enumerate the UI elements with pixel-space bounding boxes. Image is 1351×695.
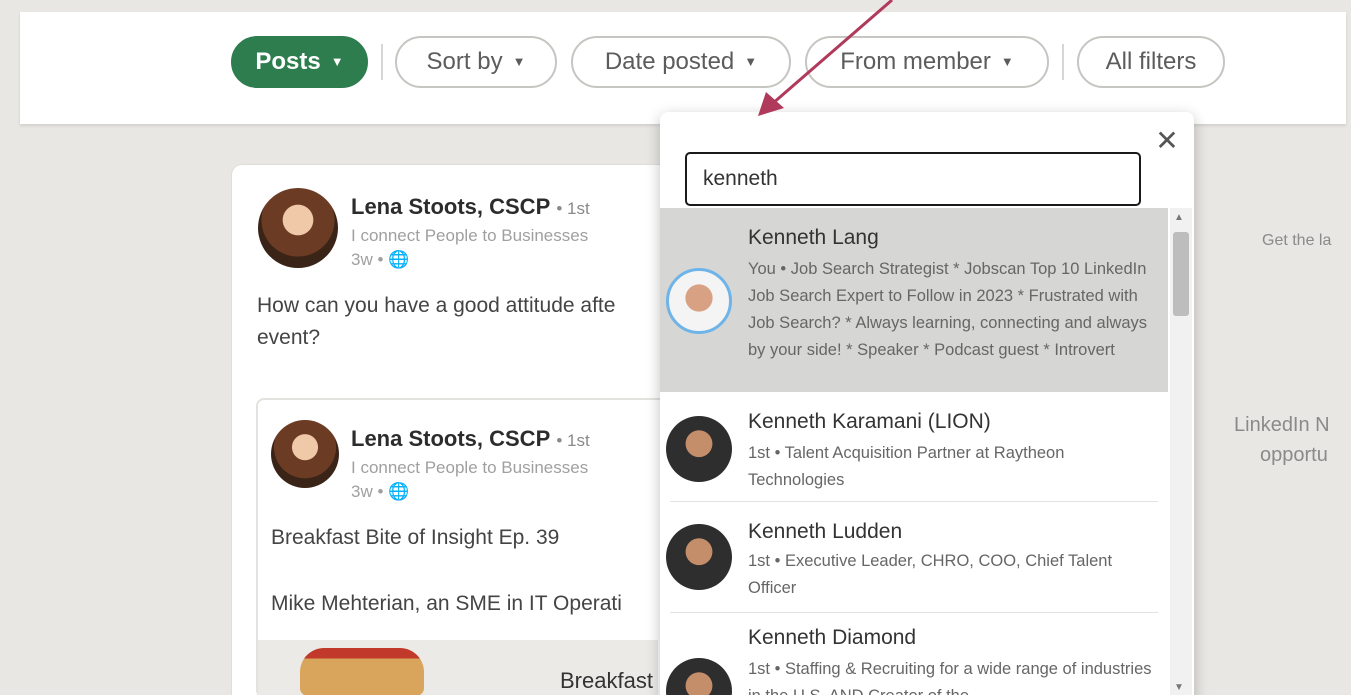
post-text-line: Mike Mehterian, an SME in IT Operati: [271, 592, 622, 615]
posts-filter-button[interactable]: Posts ▼: [231, 36, 368, 88]
member-avatar: [666, 524, 732, 590]
post-text-line: How can you have a good attitude afte: [257, 294, 616, 317]
member-headline: 1st • Talent Acquisition Partner at Rayt…: [748, 444, 1065, 489]
connection-degree: • 1st: [556, 431, 590, 450]
article-title: Breakfast: [560, 668, 653, 693]
post-text: How can you have a good attitude afte ev…: [257, 290, 615, 354]
member-avatar: [666, 416, 732, 482]
from-member-button[interactable]: From member ▼: [805, 36, 1049, 88]
author-name: Lena Stoots, CSCP: [351, 194, 551, 219]
result-divider: [670, 501, 1158, 502]
post-author[interactable]: Lena Stoots, CSCP • 1st: [351, 426, 590, 452]
sort-by-button[interactable]: Sort by ▼: [395, 36, 557, 88]
post-time-text: 3w •: [351, 482, 384, 501]
caret-down-icon: ▼: [330, 54, 344, 69]
member-headline: You • Job Search Strategist * Jobscan To…: [748, 260, 1147, 359]
all-filters-button[interactable]: All filters: [1077, 36, 1225, 88]
member-name: Kenneth Lang: [748, 226, 879, 249]
connection-degree: • 1st: [556, 199, 590, 218]
scroll-thumb[interactable]: [1173, 232, 1189, 316]
result-divider: [670, 612, 1158, 613]
author-avatar[interactable]: [271, 420, 339, 488]
globe-icon: 🌐: [388, 482, 410, 501]
post-text-line: Breakfast Bite of Insight Ep. 39: [271, 526, 560, 549]
member-name: Kenneth Diamond: [748, 626, 917, 649]
post-time: 3w • 🌐: [351, 482, 409, 502]
post-time-text: 3w •: [351, 250, 384, 269]
post-author[interactable]: Lena Stoots, CSCP • 1st: [351, 194, 590, 220]
close-icon[interactable]: ✕: [1152, 126, 1182, 156]
sidebar-text: opportu: [1260, 444, 1328, 466]
globe-icon: 🌐: [388, 250, 410, 269]
member-result[interactable]: Kenneth Ludden 1st • Executive Leader, C…: [660, 508, 1168, 604]
sort-by-label: Sort by: [426, 48, 503, 75]
from-member-label: From member: [840, 48, 991, 75]
all-filters-label: All filters: [1105, 48, 1197, 75]
member-name: Kenneth Ludden: [748, 520, 903, 543]
filter-divider: [381, 44, 383, 80]
author-headline: I connect People to Businesses: [351, 458, 589, 477]
member-result[interactable]: Kenneth Karamani (LION) 1st • Talent Acq…: [660, 402, 1168, 498]
pancakes-image: [300, 648, 424, 695]
member-name: Kenneth Karamani (LION): [748, 410, 991, 433]
member-search-input[interactable]: [685, 152, 1141, 206]
member-headline: 1st • Executive Leader, CHRO, COO, Chief…: [748, 552, 1113, 597]
caret-down-icon: ▼: [744, 54, 758, 69]
scroll-down-icon[interactable]: ▼: [1174, 682, 1184, 693]
member-avatar: [666, 658, 732, 695]
caret-down-icon: ▼: [1000, 54, 1014, 69]
author-avatar[interactable]: [258, 188, 338, 268]
sidebar-text: LinkedIn N: [1234, 414, 1330, 436]
sidebar-text: Get the la: [1262, 232, 1332, 249]
scroll-up-icon[interactable]: ▲: [1174, 212, 1184, 223]
post-time: 3w • 🌐: [351, 250, 409, 270]
caret-down-icon: ▼: [512, 54, 526, 69]
filter-divider: [1062, 44, 1064, 80]
member-result[interactable]: Kenneth Lang You • Job Search Strategist…: [660, 208, 1168, 392]
date-posted-label: Date posted: [604, 48, 735, 75]
posts-filter-label: Posts: [255, 48, 321, 75]
date-posted-button[interactable]: Date posted ▼: [571, 36, 791, 88]
member-headline: 1st • Staffing & Recruiting for a wide r…: [748, 660, 1152, 695]
author-name: Lena Stoots, CSCP: [351, 426, 551, 451]
author-headline: I connect People to Businesses: [351, 226, 589, 245]
member-avatar: [666, 268, 732, 334]
member-result[interactable]: Kenneth Diamond 1st • Staffing & Recruit…: [660, 616, 1168, 695]
post-text-line: event?: [257, 326, 321, 349]
